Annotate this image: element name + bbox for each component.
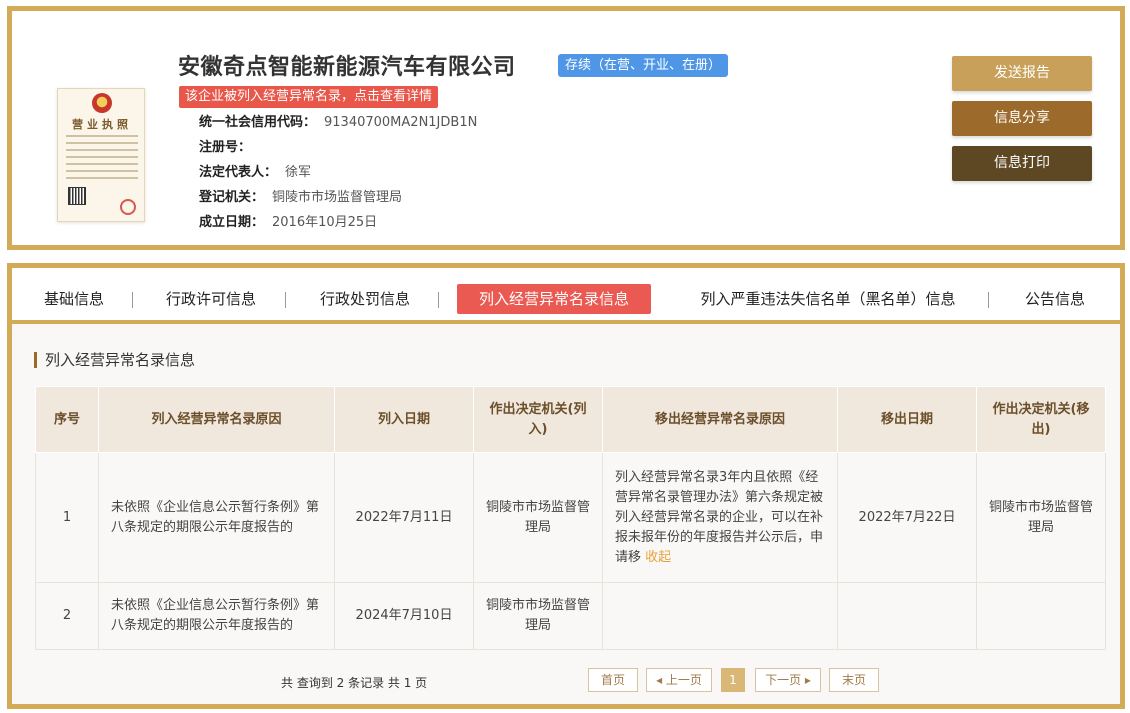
establish-date-row: 成立日期： 2016年10月25日 [199, 211, 377, 230]
share-info-button[interactable]: 信息分享 [952, 101, 1092, 136]
cell-authority-out: 铜陵市市场监督管理局 [976, 452, 1106, 583]
tab-divider [438, 292, 439, 308]
cell-authority-in: 铜陵市市场监督管理局 [473, 452, 603, 583]
company-name: 安徽奇点智能新能源汽车有限公司 [178, 55, 516, 80]
table-header-row: 序号 列入经营异常名录原因 列入日期 作出决定机关(列入) 移出经营异常名录原因… [35, 386, 1106, 453]
column-header-index: 序号 [35, 386, 99, 453]
license-text-lines [66, 135, 138, 184]
send-report-button[interactable]: 发送报告 [952, 56, 1092, 91]
credit-code-value: 91340700MA2N1JDB1N [324, 115, 478, 130]
cell-authority-in: 铜陵市市场监督管理局 [473, 582, 603, 650]
registration-authority-value: 铜陵市市场监督管理局 [272, 190, 403, 205]
column-header-reason-out: 移出经营异常名录原因 [602, 386, 838, 453]
license-title: 营业执照 [72, 118, 132, 131]
registration-authority-label: 登记机关： [199, 190, 265, 205]
cell-reason-in: 未依照《企业信息公示暂行条例》第八条规定的期限公示年度报告的 [98, 582, 335, 650]
cell-date-in: 2024年7月10日 [334, 582, 474, 650]
column-header-authority-in: 作出决定机关(列入) [473, 386, 603, 453]
tab-announcements[interactable]: 公告信息 [1017, 284, 1093, 314]
tab-divider [285, 292, 286, 308]
establish-date-value: 2016年10月25日 [272, 215, 378, 230]
tab-divider [132, 292, 133, 308]
tab-blacklist[interactable]: 列入严重违法失信名单（黑名单）信息 [688, 284, 968, 314]
column-header-authority-out: 作出决定机关(移出) [976, 386, 1106, 453]
abnormal-records-table: 序号 列入经营异常名录原因 列入日期 作出决定机关(列入) 移出经营异常名录原因… [35, 386, 1106, 650]
prev-page-button[interactable]: ◂ 上一页 [646, 668, 712, 692]
company-summary-card: 营业执照 安徽奇点智能新能源汽车有限公司 存续（在营、开业、在册） 该企业被列入… [7, 6, 1125, 250]
next-page-button[interactable]: 下一页 ▸ [755, 668, 821, 692]
cell-date-out: 2022年7月22日 [837, 452, 977, 583]
tab-divider [988, 292, 989, 308]
status-badge: 存续（在营、开业、在册） [558, 54, 729, 77]
tab-administrative-license[interactable]: 行政许可信息 [156, 284, 266, 314]
section-title: 列入经营异常名录信息 [34, 352, 195, 368]
cell-date-out [837, 582, 977, 650]
tab-basic-info[interactable]: 基础信息 [32, 284, 116, 314]
prev-page-label: 上一页 [665, 673, 702, 687]
establish-date-label: 成立日期： [199, 215, 265, 230]
cell-reason-out: 列入经营异常名录3年内且依照《经营异常名录管理办法》第六条规定被列入经营异常名录… [602, 452, 838, 583]
cell-reason-in: 未依照《企业信息公示暂行条例》第八条规定的期限公示年度报告的 [98, 452, 335, 583]
tab-abnormal-operation[interactable]: 列入经营异常名录信息 [457, 284, 651, 314]
table-row: 1 未依照《企业信息公示暂行条例》第八条规定的期限公示年度报告的 2022年7月… [35, 452, 1106, 583]
collapse-link[interactable]: 收起 [645, 550, 671, 565]
current-page-button[interactable]: 1 [721, 668, 745, 692]
chevron-left-icon: ◂ [656, 673, 666, 687]
table-row: 2 未依照《企业信息公示暂行条例》第八条规定的期限公示年度报告的 2024年7月… [35, 582, 1106, 650]
registration-number-row: 注册号： [199, 136, 259, 155]
credit-code-label: 统一社会信用代码： [199, 115, 317, 130]
print-info-button[interactable]: 信息打印 [952, 146, 1092, 181]
legal-representative-row: 法定代表人： 徐军 [199, 161, 311, 180]
column-header-reason-in: 列入经营异常名录原因 [98, 386, 335, 453]
next-page-label: 下一页 [765, 673, 802, 687]
official-seal-icon [120, 199, 136, 215]
cell-index: 1 [35, 452, 99, 583]
cell-index: 2 [35, 582, 99, 650]
column-header-date-in: 列入日期 [334, 386, 474, 453]
credit-code-row: 统一社会信用代码： 91340700MA2N1JDB1N [199, 111, 477, 130]
registration-number-label: 注册号： [199, 140, 252, 155]
legal-representative-value: 徐军 [285, 165, 312, 180]
last-page-button[interactable]: 末页 [829, 668, 879, 692]
record-count-summary: 共 查询到 2 条记录 共 1 页 [281, 676, 428, 690]
tab-administrative-penalty[interactable]: 行政处罚信息 [310, 284, 420, 314]
cell-reason-out [602, 582, 838, 650]
chevron-right-icon: ▸ [801, 673, 811, 687]
qr-code-icon [68, 187, 86, 205]
abnormal-list-alert[interactable]: 该企业被列入经营异常名录，点击查看详情 [179, 86, 439, 108]
registration-authority-row: 登记机关： 铜陵市市场监督管理局 [199, 186, 402, 205]
tab-bar: 基础信息 行政许可信息 行政处罚信息 列入经营异常名录信息 列入严重违法失信名单… [12, 268, 1120, 324]
legal-representative-label: 法定代表人： [199, 165, 278, 180]
detail-panel: 基础信息 行政许可信息 行政处罚信息 列入经营异常名录信息 列入严重违法失信名单… [7, 263, 1125, 709]
column-header-date-out: 移出日期 [837, 386, 977, 453]
business-license-image[interactable]: 营业执照 [57, 88, 145, 222]
first-page-button[interactable]: 首页 [588, 668, 638, 692]
cell-date-in: 2022年7月11日 [334, 452, 474, 583]
national-emblem-icon [92, 93, 112, 113]
cell-authority-out [976, 582, 1106, 650]
